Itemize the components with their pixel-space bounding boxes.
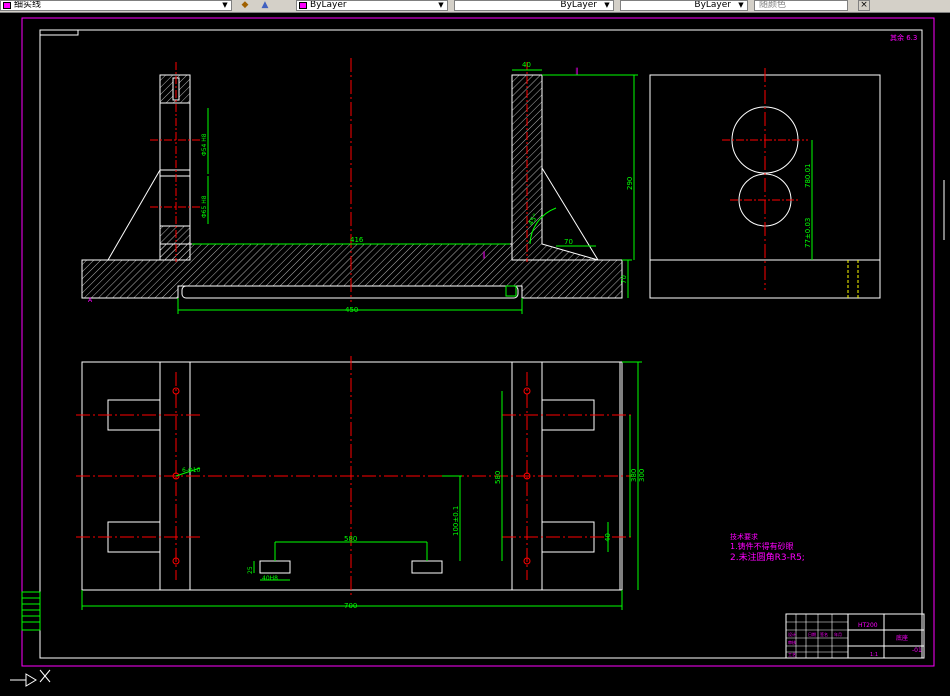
layer-color-swatch (3, 2, 11, 9)
dim-rib: 70 (564, 238, 573, 246)
dim-hole-label: 6-Φ10 (182, 467, 201, 474)
corner-tag (39, 29, 79, 36)
linetype-dropdown[interactable]: ByLayer ▼ (454, 0, 614, 11)
plan-view: 700 580 100±0.1 580 380 300 40 40H8 25 6… (76, 356, 646, 610)
svg-text:工艺: 工艺 (788, 652, 796, 657)
title-name: 底座 (896, 634, 908, 642)
dim-height: 290 (626, 177, 634, 190)
plotstyle-label: 随颜色 (759, 0, 787, 10)
sheet-inner-border (39, 29, 923, 659)
dim-bore-span: 580 (494, 471, 502, 484)
ucs-icon (10, 669, 51, 687)
chevron-down-icon[interactable]: ▼ (602, 1, 612, 10)
svg-text:年月: 年月 (834, 631, 842, 637)
dim-base-thk: 70 (620, 275, 628, 284)
drawing-canvas[interactable]: 416 450 40 ∥ 290 70 70 45° Φ54 H8 Φ65 H8… (0, 12, 950, 696)
lineweight-label: ByLayer (694, 0, 731, 10)
svg-text:日期: 日期 (808, 631, 816, 637)
svg-text:设计: 设计 (788, 631, 796, 637)
corner-roughness-mark: 其余 6.3 (890, 33, 917, 42)
flatness-symbol: ∥ (575, 67, 579, 75)
dim-bore-top: Φ54 H8 (201, 133, 208, 156)
notes-line-1: 1.铸件不得有砂眼 (730, 541, 794, 551)
color-dropdown[interactable]: ByLayer ▼ (296, 0, 448, 11)
plotstyle-dropdown[interactable]: 随颜色 (754, 0, 848, 11)
close-icon[interactable]: × (858, 0, 870, 11)
dim-top-width: 40 (522, 61, 531, 69)
dim-h2: 300 (638, 469, 646, 482)
title-block: 设计审核工艺 日期 签名 年月 HT200 底座 1:1 -01 (785, 613, 925, 659)
dim-h1: 380 (630, 469, 638, 482)
dim-overall: 700 (344, 602, 357, 610)
dim-slot-w: 40 (604, 533, 612, 542)
svg-text:审核: 审核 (788, 639, 796, 645)
dim-slot-span: 580 (344, 535, 357, 543)
layer-make-current-icon[interactable]: ◆ (238, 0, 252, 11)
layer-name-label: 细实线 (14, 0, 42, 10)
left-upright-hatch (159, 225, 191, 261)
slot-bottom-right (411, 560, 443, 574)
dim-d2: 77±0.03 (804, 218, 812, 248)
flat-mid: ∥ (482, 251, 486, 259)
dim-slot-dim: 25 (247, 566, 254, 574)
color-swatch (299, 2, 307, 9)
title-material: HT200 (858, 622, 878, 629)
notes-title: 技术要求 (730, 532, 758, 541)
right-upright (511, 74, 599, 261)
front-view: 416 450 40 ∥ 290 70 70 45° Φ54 H8 Φ65 H8… (81, 58, 638, 314)
color-label: ByLayer (310, 0, 347, 10)
linetype-label: ByLayer (560, 0, 597, 10)
layer-previous-icon[interactable]: ▲ (258, 0, 272, 11)
title-scale: 1:1 (870, 652, 878, 658)
notes-line-2: 2.未注圆角R3-R5; (730, 551, 805, 563)
bottom-recess (181, 285, 519, 299)
dim-d1: 780.01 (804, 164, 812, 189)
dim-slot-call: 40H8 (262, 575, 278, 582)
chevron-down-icon[interactable]: ▼ (436, 1, 446, 10)
lineweight-dropdown[interactable]: ByLayer ▼ (620, 0, 748, 11)
sheet-outer-border (21, 17, 935, 667)
title-dwg-no: -01 (912, 647, 922, 654)
left-rib (107, 169, 161, 261)
slot-bottom-left (259, 560, 291, 574)
margin-tags (21, 591, 41, 631)
chevron-down-icon[interactable]: ▼ (220, 1, 230, 10)
technical-notes: 技术要求 1.铸件不得有砂眼 2.未注圆角R3-R5; (730, 532, 805, 563)
side-view: 780.01 77±0.03 (649, 68, 881, 299)
dim-span: 416 (350, 236, 364, 244)
svg-text:签名: 签名 (820, 631, 828, 637)
dim-bore-low: Φ65 H8 (201, 195, 208, 218)
chevron-down-icon[interactable]: ▼ (736, 1, 746, 10)
dim-base-len: 450 (345, 306, 358, 314)
dim-depth: 100±0.1 (452, 506, 460, 536)
layer-dropdown[interactable]: 细实线 ▼ (0, 0, 232, 11)
